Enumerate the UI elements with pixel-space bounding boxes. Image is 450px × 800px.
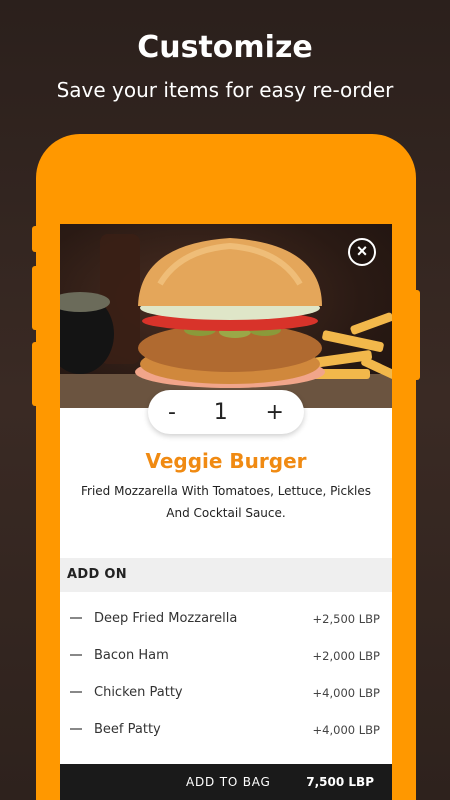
bag-total-price: 7,500 LBP	[306, 775, 374, 789]
promo-subline: Save your items for easy re-order	[56, 78, 394, 102]
addon-item[interactable]: Deep Fried Mozzarella +2,500 LBP	[60, 600, 392, 637]
addon-name: Bacon Ham	[94, 648, 169, 663]
add-to-bag-label: ADD TO BAG	[186, 775, 271, 789]
decrease-quantity-button[interactable]: -	[168, 400, 176, 425]
addon-price: +2,000 LBP	[312, 648, 380, 663]
item-title: Veggie Burger	[145, 449, 307, 473]
phone-side-button	[32, 266, 38, 330]
addon-name: Beef Patty	[94, 722, 161, 737]
quantity-value: 1	[213, 399, 228, 425]
deselect-dash-icon[interactable]	[70, 728, 82, 730]
item-description: Fried Mozzarella With Tomatoes, Lettuce,…	[81, 484, 371, 520]
deselect-dash-icon[interactable]	[70, 691, 82, 693]
burger-illustration	[60, 234, 392, 408]
phone-side-button	[32, 342, 38, 406]
addon-item[interactable]: Beef Patty +4,000 LBP	[60, 711, 392, 748]
addon-item[interactable]: Bacon Ham +2,000 LBP	[60, 637, 392, 674]
addon-item[interactable]: Chicken Patty +4,000 LBP	[60, 674, 392, 711]
quantity-stepper[interactable]: - 1 +	[148, 390, 304, 434]
increase-quantity-button[interactable]: +	[266, 400, 284, 425]
addon-name: Chicken Patty	[94, 685, 183, 700]
app-screen: × - 1 + Veggie Burger Fried Mozzarella W…	[60, 224, 392, 800]
add-to-bag-button[interactable]: ADD TO BAG 7,500 LBP	[60, 764, 392, 800]
item-photo: ×	[60, 224, 392, 408]
addon-price: +2,500 LBP	[312, 611, 380, 626]
deselect-dash-icon[interactable]	[70, 617, 82, 619]
addon-price: +4,000 LBP	[312, 685, 380, 700]
deselect-dash-icon[interactable]	[70, 654, 82, 656]
addon-price: +4,000 LBP	[312, 722, 380, 737]
phone-side-button	[32, 226, 38, 252]
addon-section-header: ADD ON	[60, 558, 392, 592]
promo-headline: Customize	[137, 30, 313, 65]
phone-power-button	[414, 290, 420, 380]
addon-name: Deep Fried Mozzarella	[94, 611, 238, 626]
close-icon[interactable]: ×	[348, 238, 376, 266]
